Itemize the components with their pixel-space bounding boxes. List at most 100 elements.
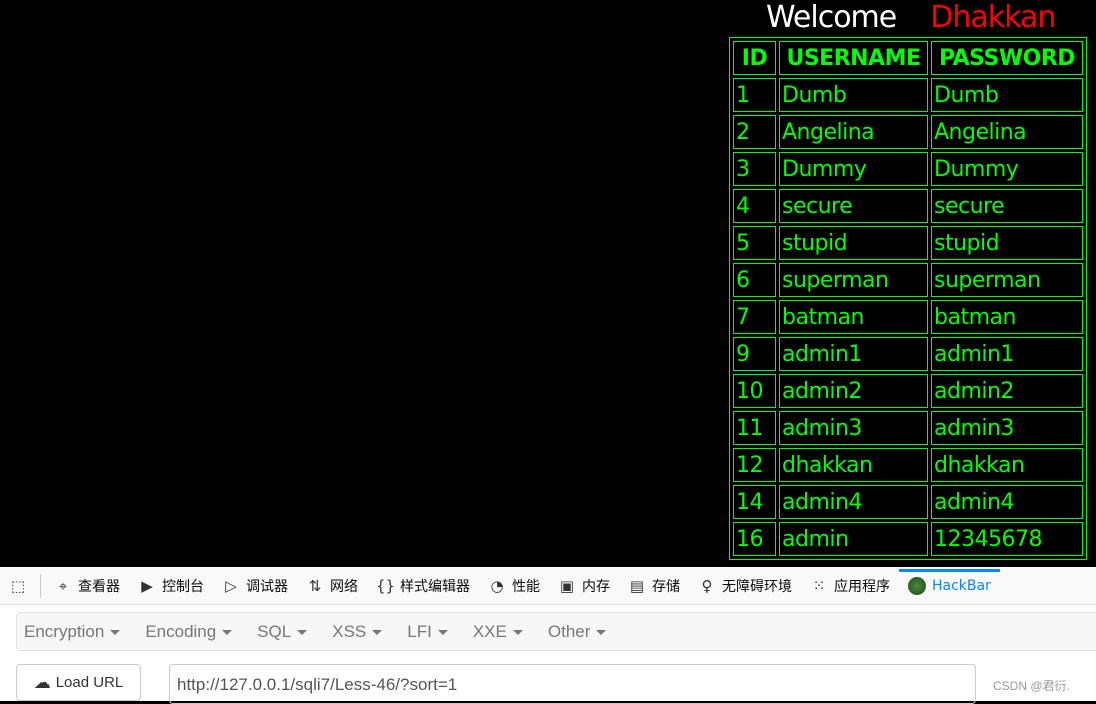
caret-down-icon (222, 630, 233, 635)
memory-icon: ▣ (559, 576, 575, 595)
tab-inspector[interactable]: ⌖ 查看器 (45, 567, 129, 605)
welcome-text: Welcome (766, 0, 897, 35)
tab-label: HackBar (932, 577, 991, 594)
table-cell: Dumb (779, 78, 928, 112)
devtools-panel: ⬚ ⌖ 查看器 ▶ 控制台 ▷ 调试器 ⇅ 网络 {} 样式编辑器 ◔ 性能 ▣ 内存 ▤ 存储 ♀ 无障碍环境 ⁙… (0, 567, 1096, 704)
table-cell: 5 (733, 226, 776, 260)
tab-console[interactable]: ▶ 控制台 (129, 567, 213, 605)
performance-icon: ◔ (490, 576, 504, 595)
menu-label: Encoding (145, 621, 217, 641)
table-cell: 12345678 (931, 522, 1083, 556)
table-row: 6 superman superman (733, 263, 1083, 297)
devtools-toolbar: ⬚ ⌖ 查看器 ▶ 控制台 ▷ 调试器 ⇅ 网络 {} 样式编辑器 ◔ 性能 ▣ 内存 ▤ 存储 ♀ 无障碍环境 ⁙… (0, 567, 1096, 605)
table-cell: admin4 (931, 485, 1083, 519)
tab-label: 存储 (652, 578, 680, 595)
caret-down-icon (512, 630, 523, 635)
menu-label: Encryption (24, 621, 105, 641)
caret-down-icon (297, 630, 308, 635)
tab-memory[interactable]: ▣ 内存 (549, 567, 619, 605)
debugger-icon: ▷ (225, 576, 237, 595)
tab-accessibility[interactable]: ♀ 无障碍环境 (689, 567, 801, 605)
table-row: 10 admin2 admin2 (733, 374, 1083, 408)
table-row: 1 Dumb Dumb (733, 78, 1083, 112)
table-row: 14 admin4 admin4 (733, 485, 1083, 519)
tab-label: 查看器 (78, 578, 120, 595)
element-picker-button[interactable]: ⬚ (0, 567, 36, 605)
users-table: ID USERNAME PASSWORD 1 Dumb Dumb 2 Angelina Ange… (729, 37, 1087, 560)
menu-encryption[interactable]: Encryption (24, 621, 121, 642)
menu-sql[interactable]: SQL (257, 621, 308, 642)
network-icon: ⇅ (308, 576, 322, 595)
table-cell: superman (931, 263, 1083, 297)
url-input[interactable]: http://127.0.0.1/sqli7/Less-46/?sort=1 (169, 664, 976, 704)
column-header: USERNAME (779, 41, 928, 75)
table-cell: admin2 (931, 374, 1083, 408)
table-cell: admin (779, 522, 928, 556)
tab-label: 控制台 (162, 578, 204, 595)
menu-label: SQL (257, 621, 292, 641)
divider (40, 573, 41, 598)
table-cell: 9 (733, 337, 776, 371)
menu-xss[interactable]: XSS (332, 622, 383, 642)
column-header: ID (733, 41, 776, 75)
table-cell: 12 (733, 448, 776, 482)
tab-label: 调试器 (246, 578, 288, 595)
table-cell: 6 (733, 263, 776, 297)
tab-style-editor[interactable]: {} 样式编辑器 (367, 567, 479, 605)
menu-encoding[interactable]: Encoding (145, 621, 233, 642)
tab-label: 应用程序 (834, 578, 890, 595)
accessibility-icon: ♀ (701, 576, 713, 595)
menu-other[interactable]: Other (548, 622, 607, 642)
tab-label: 无障碍环境 (722, 578, 792, 595)
tab-performance[interactable]: ◔ 性能 (479, 567, 549, 605)
table-cell: admin3 (779, 411, 928, 445)
table-row: 9 admin1 admin1 (733, 337, 1083, 371)
table-cell: Angelina (931, 115, 1083, 149)
table-cell: 3 (733, 152, 776, 186)
pick-element-icon: ⬚ (10, 576, 26, 595)
style-editor-icon: {} (376, 576, 396, 595)
menu-lfi[interactable]: LFI (407, 622, 448, 642)
table-cell: admin1 (779, 337, 928, 371)
user-name: Dhakkan (930, 0, 1056, 35)
table-cell: Dummy (779, 152, 928, 186)
table-row: 4 secure secure (733, 189, 1083, 223)
tab-label: 性能 (512, 578, 540, 595)
application-icon: ⁙ (812, 576, 826, 595)
table-row: 5 stupid stupid (733, 226, 1083, 260)
table-cell: 2 (733, 115, 776, 149)
table-cell: secure (931, 189, 1083, 223)
caret-down-icon (110, 630, 121, 635)
hackbar-icon (908, 576, 926, 595)
tab-label: 内存 (582, 578, 610, 595)
tab-label: 样式编辑器 (400, 578, 470, 595)
table-cell: 10 (733, 374, 776, 408)
table-cell: 16 (733, 522, 776, 556)
table-cell: 7 (733, 300, 776, 334)
menu-xxe[interactable]: XXE (473, 622, 523, 642)
load-url-button[interactable]: ☁ Load URL (16, 664, 141, 701)
table-cell: 1 (733, 78, 776, 112)
table-cell: batman (779, 300, 928, 334)
caret-down-icon (372, 630, 383, 635)
table-row: 11 admin3 admin3 (733, 411, 1083, 445)
watermark: CSDN @君衍. (993, 679, 1070, 693)
table-cell: Angelina (779, 115, 928, 149)
tab-hackbar[interactable]: HackBar (899, 567, 1000, 605)
tab-debugger[interactable]: ▷ 调试器 (213, 567, 297, 605)
column-header: PASSWORD (931, 41, 1083, 75)
web-page: Welcome Dhakkan ID USERNAME PASSWORD 1 Dumb Du… (0, 0, 1096, 567)
tab-storage[interactable]: ▤ 存储 (619, 567, 689, 605)
table-cell: admin2 (779, 374, 928, 408)
tab-application[interactable]: ⁙ 应用程序 (801, 567, 899, 605)
menu-label: XXE (472, 621, 507, 641)
table-row: 16 admin 12345678 (733, 522, 1083, 556)
table-cell: dhakkan (931, 448, 1083, 482)
tab-network[interactable]: ⇅ 网络 (297, 567, 367, 605)
table-cell: 14 (733, 485, 776, 519)
table-cell: Dumb (931, 78, 1083, 112)
cloud-download-icon: ☁ (33, 672, 51, 692)
table-cell: stupid (931, 226, 1083, 260)
table-cell: 11 (733, 411, 776, 445)
table-row: 7 batman batman (733, 300, 1083, 334)
